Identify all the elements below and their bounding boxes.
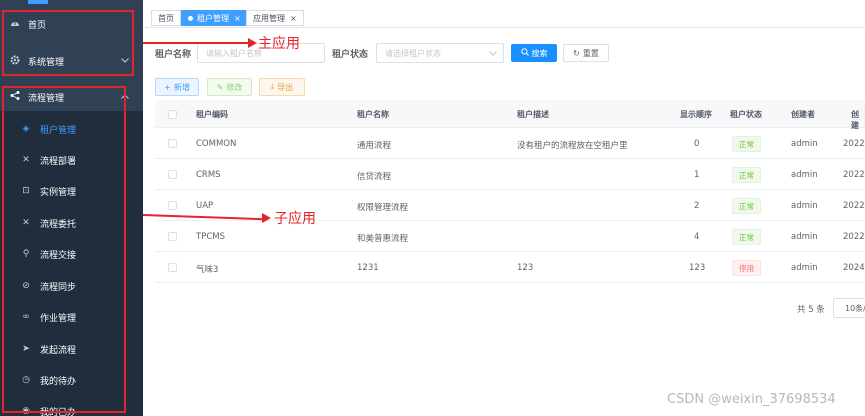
- table-row[interactable]: TPCMS 和美普惠流程 4 正常 admin 2022-: [155, 221, 865, 252]
- tag-tenant[interactable]: 租户管理 ×: [181, 10, 248, 26]
- pager-total: 共 5 条: [797, 305, 825, 315]
- cell-desc: 123: [517, 263, 534, 273]
- sub-app-highlight: [2, 86, 126, 413]
- close-icon[interactable]: ×: [234, 14, 241, 23]
- row-checkbox[interactable]: [168, 170, 177, 179]
- cell-creator: admin: [791, 139, 818, 149]
- reset-button-label: 重置: [582, 48, 599, 58]
- tag-app[interactable]: 应用管理 ×: [246, 10, 304, 26]
- page-size-select[interactable]: 10条/: [833, 298, 865, 318]
- select-all-checkbox[interactable]: [168, 110, 177, 119]
- download-icon: ⤓: [270, 82, 275, 91]
- cell-creator: admin: [791, 170, 818, 180]
- cell-order: 123: [689, 263, 706, 273]
- watermark: CSDN @weixin_37698534: [667, 392, 836, 407]
- arrow-head-icon: [262, 213, 271, 223]
- row-checkbox[interactable]: [168, 232, 177, 241]
- column-header: 租户名称: [357, 110, 389, 119]
- edit-button[interactable]: ✎ 修改: [207, 78, 252, 96]
- tenant-name-label: 租户名称: [155, 50, 192, 60]
- column-header: 创建者: [791, 110, 815, 119]
- reset-button[interactable]: ↻ 重置: [563, 44, 609, 62]
- tag-label: 首页: [158, 13, 174, 23]
- cell-created: 2022-: [843, 201, 865, 211]
- column-header: 租户编码: [196, 110, 228, 119]
- cell-name: 1231: [357, 263, 379, 273]
- tag-label: 应用管理: [253, 13, 285, 23]
- cell-code: UAP: [196, 201, 214, 211]
- status-badge: 正常: [732, 136, 761, 152]
- cell-creator: admin: [791, 232, 818, 242]
- column-header: 显示顺序: [680, 110, 712, 119]
- cell-code: TPCMS: [196, 232, 225, 242]
- main-app-highlight: [2, 10, 134, 76]
- tags-view: 首页 租户管理 × 应用管理 ×: [143, 8, 865, 28]
- cell-name: 和美普惠流程: [357, 234, 409, 244]
- arrow-head-icon: [248, 38, 257, 48]
- cell-order: 0: [694, 139, 700, 149]
- tenant-status-select[interactable]: 请选择租户状态: [376, 43, 504, 63]
- add-button-label: 新增: [173, 82, 190, 92]
- status-badge: 停用: [732, 260, 761, 276]
- cell-code: COMMON: [196, 139, 237, 149]
- cell-order: 4: [694, 232, 700, 242]
- search-button[interactable]: 搜索: [511, 44, 557, 62]
- refresh-icon: ↻: [573, 48, 580, 58]
- table-row[interactable]: 气味3 1231 123 123 停用 admin 2024-: [155, 252, 865, 283]
- chevron-down-icon: [489, 49, 497, 58]
- cell-order: 2: [694, 201, 700, 211]
- main-app-annotation: 主应用: [258, 36, 300, 52]
- tag-label: 租户管理: [197, 13, 229, 23]
- row-checkbox[interactable]: [168, 139, 177, 148]
- tenant-name-placeholder: 请输入租户名称: [206, 48, 262, 58]
- edit-button-label: 修改: [226, 82, 243, 92]
- tenant-status-label: 租户状态: [332, 50, 369, 60]
- edit-icon: ✎: [216, 82, 224, 92]
- cell-desc: 没有租户的流程放在空租户里: [517, 141, 628, 151]
- row-checkbox[interactable]: [168, 263, 177, 272]
- add-button[interactable]: + 新增: [155, 78, 199, 96]
- tag-home[interactable]: 首页: [151, 10, 181, 26]
- table-header: 租户编码 租户名称 租户描述 显示顺序 租户状态 创建者 创建: [155, 100, 865, 130]
- cell-code: CRMS: [196, 170, 221, 180]
- app-root: 首页 系统管理 流程管理 ◈ 租户管理 ✕ 流程部署 ⊡ 实例管理 ✕ 流程委托…: [0, 0, 865, 416]
- plus-icon: +: [164, 82, 171, 92]
- tenant-status-placeholder: 请选择租户状态: [385, 48, 441, 58]
- row-checkbox[interactable]: [168, 201, 177, 210]
- cell-created: 2024-: [843, 263, 865, 273]
- close-icon[interactable]: ×: [290, 14, 297, 23]
- cell-creator: admin: [791, 201, 818, 211]
- search-button-label: 搜索: [531, 48, 548, 58]
- logo-strip: [28, 0, 48, 4]
- cell-created: 2022-: [843, 139, 865, 149]
- cell-created: 2022-: [843, 232, 865, 242]
- table-row[interactable]: CRMS 信贷流程 1 正常 admin 2022-: [155, 159, 865, 190]
- cell-code: 气味3: [196, 265, 219, 275]
- search-icon: [520, 48, 529, 58]
- column-header: 租户状态: [730, 110, 762, 119]
- cell-creator: admin: [791, 263, 818, 273]
- main-app-arrow: [143, 42, 249, 44]
- cell-order: 1: [694, 170, 700, 180]
- active-dot-icon: [188, 15, 193, 21]
- column-header: 租户描述: [517, 110, 549, 119]
- table-row[interactable]: COMMON 通用流程 没有租户的流程放在空租户里 0 正常 admin 202…: [155, 128, 865, 159]
- status-badge: 正常: [732, 198, 761, 214]
- cell-created: 2022-: [843, 170, 865, 180]
- export-button-label: 导出: [277, 82, 294, 92]
- cell-name: 通用流程: [357, 141, 392, 151]
- page-size-label: 10条/: [845, 303, 865, 313]
- status-badge: 正常: [732, 167, 761, 183]
- status-badge: 正常: [732, 229, 761, 245]
- sub-app-annotation: 子应用: [274, 211, 316, 227]
- export-button[interactable]: ⤓ 导出: [259, 78, 305, 96]
- cell-name: 权限管理流程: [357, 203, 409, 213]
- cell-name: 信贷流程: [357, 172, 392, 182]
